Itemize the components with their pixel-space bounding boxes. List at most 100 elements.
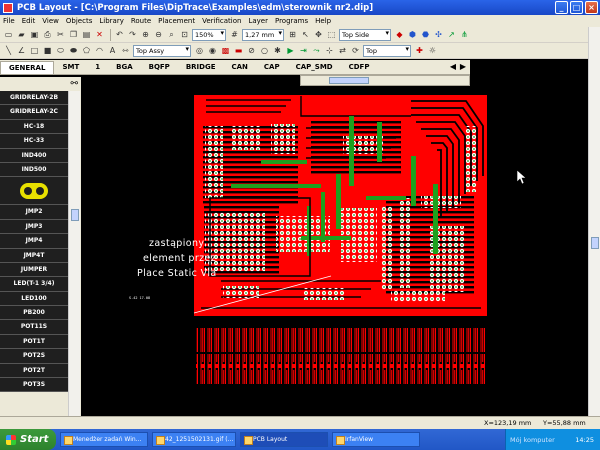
- scroll-thumb[interactable]: [329, 77, 369, 84]
- tab-bqfp[interactable]: BQFP: [141, 63, 178, 71]
- menu-programs[interactable]: Programs: [275, 17, 308, 25]
- arc-icon[interactable]: ◠: [94, 45, 105, 56]
- menu-library[interactable]: Library: [99, 17, 123, 25]
- zoom-select[interactable]: 150%: [192, 28, 226, 41]
- run-icon[interactable]: ▶: [285, 45, 296, 56]
- text-icon[interactable]: A: [107, 45, 118, 56]
- layer-icon[interactable]: ◆: [394, 29, 405, 40]
- list-item[interactable]: JMP2: [0, 205, 68, 220]
- list-item[interactable]: JMP4: [0, 234, 68, 249]
- taskbar-item-pcb-layout[interactable]: PCB Layout: [240, 432, 328, 447]
- copy-icon[interactable]: ❐: [68, 29, 79, 40]
- side-select[interactable]: Top Side: [339, 28, 391, 41]
- keepout-icon[interactable]: ⊘: [246, 45, 257, 56]
- line-icon[interactable]: ╲: [3, 45, 14, 56]
- minimize-button[interactable]: _: [555, 1, 568, 14]
- save-icon[interactable]: ▣: [29, 29, 40, 40]
- menu-route[interactable]: Route: [131, 17, 151, 25]
- taskbar-item-irfanview[interactable]: IrfanView: [332, 432, 420, 447]
- ratsnest-icon[interactable]: ⋔: [459, 29, 470, 40]
- place-via-icon[interactable]: ◎: [194, 45, 205, 56]
- grid-icon[interactable]: #: [229, 29, 240, 40]
- canvas-vertical-scrollbar[interactable]: [588, 27, 600, 416]
- list-item[interactable]: POT3S: [0, 378, 68, 393]
- layer-setup-icon[interactable]: ✚: [414, 45, 425, 56]
- menu-layer[interactable]: Layer: [248, 17, 268, 25]
- menu-objects[interactable]: Objects: [66, 17, 92, 25]
- open-folder-icon[interactable]: ▰: [16, 29, 27, 40]
- net-connect-icon[interactable]: ⤳: [311, 45, 322, 56]
- dimension-icon[interactable]: ⇿: [120, 45, 131, 56]
- pointer-icon[interactable]: ↖: [300, 29, 311, 40]
- close-button[interactable]: ×: [585, 1, 598, 14]
- paste-icon[interactable]: ▤: [81, 29, 92, 40]
- menu-verification[interactable]: Verification: [202, 17, 241, 25]
- drc-icon[interactable]: ⬣: [420, 29, 431, 40]
- zoom-fit-icon[interactable]: ⊡: [179, 29, 190, 40]
- measure-icon[interactable]: ⊹: [324, 45, 335, 56]
- net-icon[interactable]: ✣: [433, 29, 444, 40]
- zoom-in-icon[interactable]: ⊕: [140, 29, 151, 40]
- highlight-icon[interactable]: ☼: [427, 45, 438, 56]
- tab-bga[interactable]: BGA: [108, 63, 141, 71]
- list-item[interactable]: GRIDRELAY-2C: [0, 105, 68, 120]
- tabs-horizontal-scrollbar[interactable]: [300, 75, 470, 86]
- marker-icon[interactable]: ✱: [272, 45, 283, 56]
- list-item[interactable]: POT2S: [0, 349, 68, 364]
- list-item[interactable]: POT2T: [0, 363, 68, 379]
- list-item[interactable]: POT11S: [0, 320, 68, 335]
- print-icon[interactable]: ⎙: [42, 29, 53, 40]
- scroll-thumb[interactable]: [71, 209, 79, 221]
- polygon-icon[interactable]: ⬠: [81, 45, 92, 56]
- list-item[interactable]: IND400: [0, 148, 68, 163]
- zoom-out-icon[interactable]: ⊖: [153, 29, 164, 40]
- filled-ellipse-icon[interactable]: ⬬: [68, 45, 79, 56]
- sidebar-scrollbar[interactable]: [68, 91, 80, 425]
- menu-edit[interactable]: Edit: [22, 17, 36, 25]
- grid-size-select[interactable]: 1,27 mm: [242, 28, 284, 41]
- scroll-thumb[interactable]: [591, 237, 599, 249]
- maximize-button[interactable]: □: [570, 1, 583, 14]
- trace-layer-select[interactable]: Top: [363, 44, 411, 57]
- new-file-icon[interactable]: ▭: [3, 29, 14, 40]
- select-area-icon[interactable]: ⬚: [326, 29, 337, 40]
- list-item[interactable]: LED100: [0, 291, 68, 307]
- start-button[interactable]: Start: [0, 429, 56, 450]
- copper-pour-icon[interactable]: ▩: [220, 45, 231, 56]
- zoom-window-icon[interactable]: ⌕: [166, 29, 177, 40]
- tab-smt[interactable]: SMT: [54, 63, 87, 71]
- pan-icon[interactable]: ✥: [313, 29, 324, 40]
- menu-view[interactable]: View: [42, 17, 59, 25]
- route-icon[interactable]: ⇥: [298, 45, 309, 56]
- tab-scroll-right-icon[interactable]: ▶: [458, 62, 468, 72]
- list-item[interactable]: HC-33: [0, 134, 68, 149]
- list-item[interactable]: POT1T: [0, 334, 68, 350]
- taskbar-item-task-manager[interactable]: Menedżer zadań Win...: [60, 432, 148, 447]
- trace-icon[interactable]: ▬: [233, 45, 244, 56]
- list-item[interactable]: HC-18: [0, 119, 68, 135]
- mirror-icon[interactable]: ⇄: [337, 45, 348, 56]
- rotate-icon[interactable]: ⟳: [350, 45, 361, 56]
- list-item[interactable]: IND500: [0, 162, 68, 178]
- tab-general[interactable]: GENERAL: [0, 60, 55, 74]
- taskbar-item-gif[interactable]: 42_1251502131.gif (...: [152, 432, 236, 447]
- list-item-selected[interactable]: [0, 177, 68, 206]
- tab-cap[interactable]: CAP: [256, 63, 288, 71]
- polyline-icon[interactable]: ∠: [16, 45, 27, 56]
- cut-icon[interactable]: ✂: [55, 29, 66, 40]
- hole-icon[interactable]: ○: [259, 45, 270, 56]
- assy-layer-select[interactable]: Top Assy: [133, 44, 191, 57]
- list-item[interactable]: PB200: [0, 306, 68, 321]
- pad-icon[interactable]: ◉: [207, 45, 218, 56]
- 3d-view-icon[interactable]: ⬢: [407, 29, 418, 40]
- tab-1[interactable]: 1: [87, 63, 108, 71]
- menu-help[interactable]: Help: [315, 17, 331, 25]
- list-item[interactable]: JMP4T: [0, 248, 68, 263]
- tab-can[interactable]: CAN: [223, 63, 255, 71]
- binoculars-icon[interactable]: ⚯: [70, 79, 78, 89]
- delete-icon[interactable]: ✕: [94, 29, 105, 40]
- list-item[interactable]: GRIDRELAY-2B: [0, 91, 68, 106]
- redo-icon[interactable]: ↷: [127, 29, 138, 40]
- autoroute-icon[interactable]: ↗: [446, 29, 457, 40]
- ellipse-icon[interactable]: ⬭: [55, 45, 66, 56]
